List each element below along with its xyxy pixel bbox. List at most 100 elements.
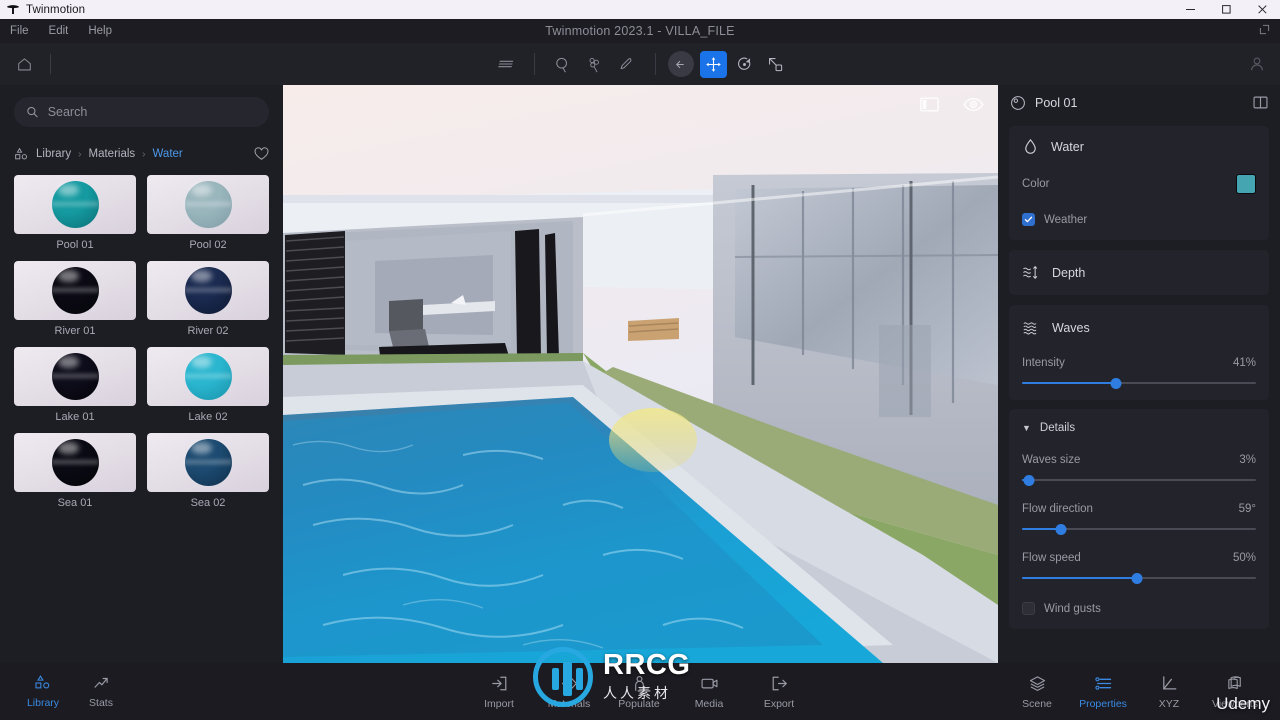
weather-row[interactable]: Weather [1022, 213, 1256, 226]
material-sphere-preview [184, 267, 232, 314]
eye-visibility-icon[interactable] [963, 97, 984, 112]
toolbar-center-group [0, 43, 1280, 85]
layers-stack-icon[interactable] [493, 51, 519, 77]
move-gizmo-icon[interactable] [699, 50, 727, 78]
detail-slider-row: Waves size 3% [1022, 454, 1256, 487]
material-thumbnail[interactable] [147, 261, 269, 320]
maximize-button[interactable] [1208, 0, 1244, 19]
material-item[interactable]: Sea 02 [147, 433, 269, 509]
color-swatch[interactable] [1236, 174, 1256, 194]
window-controls [1172, 0, 1280, 19]
bottom-bar-item-stats[interactable]: Stats [72, 674, 130, 709]
detail-slider-value: 59° [1238, 503, 1256, 515]
chevron-down-icon[interactable]: ▼ [1022, 423, 1031, 433]
select-material-icon[interactable] [582, 51, 608, 77]
depth-section[interactable]: Depth [1009, 250, 1269, 295]
search-input[interactable] [47, 105, 257, 119]
details-header[interactable]: ▼ Details [1022, 422, 1256, 434]
bottom-bar-label: Stats [89, 697, 113, 709]
water-section: Water Color Weather [1009, 126, 1269, 240]
library-shapes-icon [15, 147, 27, 159]
material-thumbnail[interactable] [147, 175, 269, 234]
bottom-bar-item-viewports[interactable]: Viewports [1206, 674, 1264, 710]
material-sphere-preview [51, 439, 99, 486]
breadcrumb-separator-2: › [142, 148, 146, 160]
wind-gusts-row[interactable]: Wind gusts [1022, 602, 1256, 615]
search-box[interactable] [14, 97, 269, 127]
close-button[interactable] [1244, 0, 1280, 19]
weather-label: Weather [1044, 213, 1088, 226]
depth-waves-icon [1023, 265, 1038, 280]
bottom-bar-label: Viewports [1212, 697, 1258, 710]
material-sphere-preview [184, 439, 232, 486]
minimize-button[interactable] [1172, 0, 1208, 19]
scale-gizmo-icon[interactable] [762, 51, 789, 78]
bottom-bar-item-xyz[interactable]: XYZ [1140, 674, 1198, 710]
depth-section-title: Depth [1052, 265, 1086, 280]
material-sphere-icon [1011, 95, 1025, 110]
breadcrumb-materials[interactable]: Materials [89, 148, 136, 160]
material-item[interactable]: Lake 02 [147, 347, 269, 423]
waves-section-header: Waves [1022, 319, 1256, 336]
waves-section: Waves Intensity 41% [1009, 305, 1269, 400]
material-item[interactable]: River 02 [147, 261, 269, 337]
select-object-icon[interactable] [550, 51, 576, 77]
scene-layers-icon [1028, 674, 1047, 693]
material-sphere-preview [51, 267, 99, 314]
bottom-bar-item-export[interactable]: Export [750, 674, 808, 710]
library-panel: Library › Materials › Water Pool 01Pool … [0, 85, 283, 663]
material-item[interactable]: Sea 01 [14, 433, 136, 509]
undo-back-icon[interactable] [667, 51, 694, 77]
viewport-3d[interactable] [283, 85, 998, 663]
weather-checkbox[interactable] [1022, 213, 1035, 226]
material-thumbnail[interactable] [147, 347, 269, 406]
material-item[interactable]: Pool 01 [14, 175, 136, 251]
bottom-bar-item-populate[interactable]: Populate [610, 674, 668, 710]
breadcrumb-library[interactable]: Library [36, 148, 71, 160]
bottom-bar-item-media[interactable]: Media [680, 674, 738, 710]
bottom-right-group: Scene Properties XYZ Viewports [1008, 663, 1264, 720]
details-sliders: Waves size 3% Flow direction 59° Flow speed 5… [1022, 454, 1256, 585]
detail-slider-value: 50% [1232, 552, 1256, 564]
library-shapes-icon [34, 674, 52, 692]
menu-item-help[interactable]: Help [78, 19, 122, 43]
menu-item-file[interactable]: File [0, 19, 39, 43]
detail-slider-value: 3% [1239, 454, 1256, 466]
expand-window-icon[interactable] [1259, 24, 1270, 35]
detail-slider-row: Flow speed 50% [1022, 552, 1256, 585]
breadcrumb-separator: › [78, 148, 82, 160]
material-thumbnail[interactable] [14, 175, 136, 234]
material-thumbnail[interactable] [14, 261, 136, 320]
material-label: River 01 [54, 325, 96, 337]
detail-slider-label: Waves size [1022, 454, 1081, 466]
bottom-bar-item-library[interactable]: Library [14, 674, 72, 709]
rotate-gizmo-icon[interactable] [731, 51, 758, 78]
bottom-bar-item-materials[interactable]: Materials [540, 674, 598, 710]
material-thumbnail[interactable] [147, 433, 269, 492]
material-item[interactable]: Pool 02 [147, 175, 269, 251]
material-item[interactable]: Lake 01 [14, 347, 136, 423]
wind-gusts-checkbox[interactable] [1022, 602, 1035, 615]
material-thumbnail[interactable] [14, 347, 136, 406]
breadcrumb-water[interactable]: Water [153, 148, 183, 160]
detail-slider[interactable] [1022, 473, 1256, 487]
menu-item-edit[interactable]: Edit [39, 19, 79, 43]
bottom-bar-item-properties[interactable]: Properties [1074, 674, 1132, 710]
detail-slider[interactable] [1022, 522, 1256, 536]
eyedropper-icon[interactable] [614, 51, 640, 77]
intensity-slider[interactable] [1022, 376, 1256, 390]
panel-layout-icon[interactable] [920, 97, 939, 112]
document-title: Twinmotion 2023.1 - VILLA_FILE [545, 24, 735, 38]
menu-bar: File Edit Help Twinmotion 2023.1 - VILLA… [0, 19, 1280, 43]
bottom-bar-label: Import [484, 697, 514, 710]
material-thumbnail[interactable] [14, 433, 136, 492]
heart-icon[interactable] [254, 147, 269, 161]
split-panel-icon[interactable] [1253, 95, 1268, 110]
detail-slider[interactable] [1022, 571, 1256, 585]
viewport-overlay-controls [920, 97, 984, 112]
bottom-bar-item-import[interactable]: Import [470, 674, 528, 710]
bottom-bar-item-scene[interactable]: Scene [1008, 674, 1066, 710]
bottom-bar-label: Library [26, 697, 60, 709]
material-sphere-preview [51, 181, 99, 228]
material-item[interactable]: River 01 [14, 261, 136, 337]
